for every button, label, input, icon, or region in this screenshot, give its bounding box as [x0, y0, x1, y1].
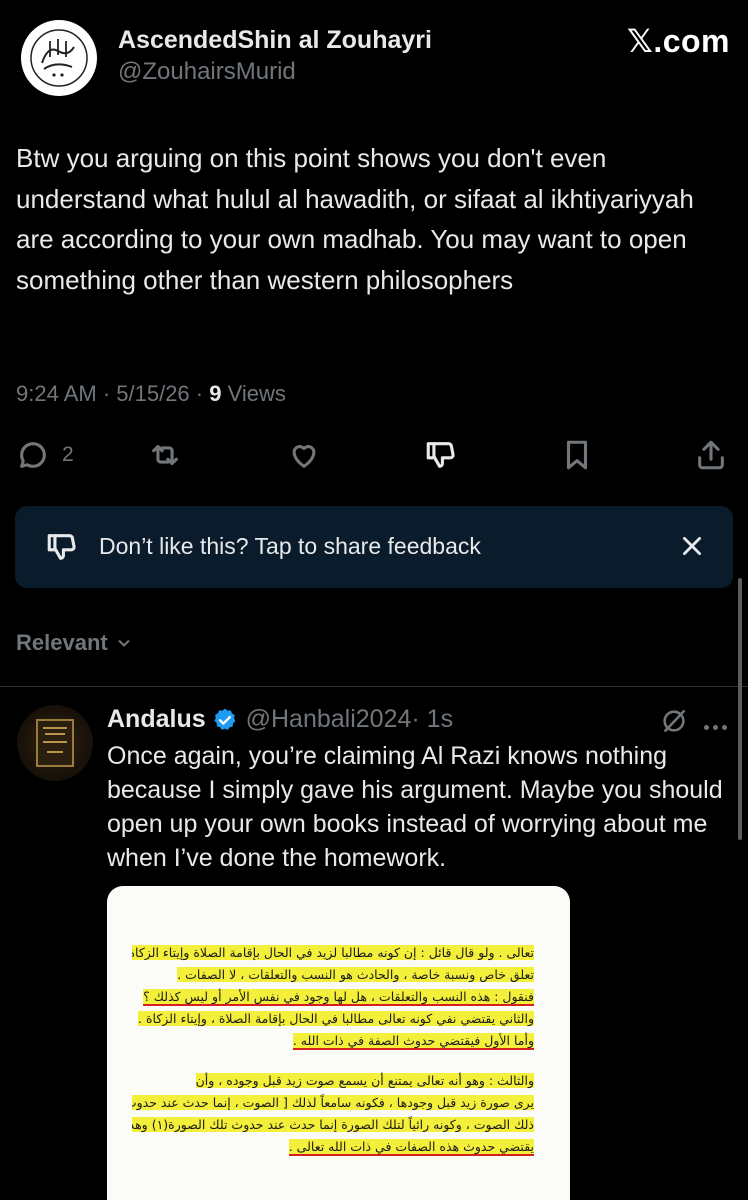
retweet-icon: [152, 444, 178, 466]
sort-replies-dropdown[interactable]: Relevant: [16, 630, 134, 656]
author-handle[interactable]: @ZouhairsMurid: [118, 58, 296, 86]
reply-avatar[interactable]: [17, 705, 93, 781]
x-brand-logo: 𝕏.com: [627, 23, 730, 59]
scan-gap: [132, 1052, 534, 1070]
scan-line: والثاني يقتضي نفي كونه تعالى مطالبا في ا…: [138, 1011, 534, 1026]
tweet-action-bar: 2: [0, 432, 748, 482]
retweet-button[interactable]: [148, 432, 182, 478]
more-options-icon[interactable]: [704, 717, 734, 730]
feedback-banner[interactable]: Don’t like this? Tap to share feedback: [15, 506, 733, 588]
reply-text: Once again, you’re claiming Al Razi know…: [107, 742, 723, 872]
grok-icon[interactable]: [660, 707, 688, 735]
dislike-icon: [45, 530, 79, 564]
views-count: 9: [209, 381, 222, 406]
tweet-header: AscendedShin al Zouhayri @ZouhairsMurid …: [16, 12, 732, 100]
chevron-down-icon: [118, 639, 130, 647]
reply-button[interactable]: 2: [16, 432, 74, 478]
scan-line: وأما الأول فيقتضي حدوث الصفة في ذات الله…: [292, 1033, 534, 1050]
share-button[interactable]: [694, 432, 728, 478]
sort-label: Relevant: [16, 630, 108, 655]
reply-author-name[interactable]: Andalus: [107, 705, 206, 734]
reply-header: Andalus @Hanbali2024 · 1s: [107, 705, 453, 734]
share-icon: [698, 440, 724, 470]
like-button[interactable]: [287, 432, 321, 478]
scan-line: ذلك الصوت ، وكونه رائياً لتلك الصورة إنم…: [132, 1114, 534, 1136]
like-icon: [292, 445, 316, 468]
dislike-icon: [426, 442, 455, 468]
scan-line: تعلق خاص ونسبة خاصة ، والحادث هو النسب و…: [177, 967, 534, 982]
reply-count: 2: [62, 443, 74, 466]
bookmark-icon: [566, 440, 588, 470]
book-cover-icon: [36, 719, 74, 767]
reply-author-handle[interactable]: @Hanbali2024: [246, 705, 412, 734]
tweet-timestamp[interactable]: 9:24 AM · 5/15/26 ·: [16, 381, 209, 406]
calligraphy-logo-icon: [30, 29, 88, 87]
scan-line: فنقول : هذه النسب والتعلقات ، هل لها وجو…: [143, 989, 534, 1006]
close-icon[interactable]: [679, 533, 705, 559]
scanned-arabic-text: تعالى . ولو قال قائل : إن كونه مطالبا لز…: [132, 942, 534, 1158]
reply-icon: [20, 442, 46, 468]
author-name[interactable]: AscendedShin al Zouhayri: [118, 26, 432, 55]
reply-tweet[interactable]: Andalus @Hanbali2024 · 1s Once again, yo…: [0, 687, 748, 1200]
feedback-text[interactable]: Don’t like this? Tap to share feedback: [99, 533, 481, 560]
bookmark-button[interactable]: [560, 432, 594, 478]
verified-badge-icon: [214, 708, 235, 730]
author-avatar[interactable]: [21, 20, 97, 96]
scan-line: والثالث : وهو أنه تعالى يمتنع أن يسمع صو…: [195, 1073, 534, 1088]
reply-timestamp[interactable]: · 1s: [411, 705, 453, 734]
views-label: Views: [221, 381, 286, 406]
tweet-meta: 9:24 AM · 5/15/26 · 9 Views: [16, 381, 286, 407]
reply-attached-image[interactable]: تعالى . ولو قال قائل : إن كونه مطالبا لز…: [107, 886, 570, 1200]
tweet-text: Btw you arguing on this point shows you …: [16, 143, 694, 295]
dislike-button[interactable]: [424, 432, 458, 478]
scan-line: يرى صورة زيد قبل وجودها ، فكونه سامعاً ل…: [132, 1092, 534, 1114]
scan-line: تعالى . ولو قال قائل : إن كونه مطالبا لز…: [132, 942, 534, 964]
scan-line: يقتضي حدوث هذه الصفات في ذات الله تعالى …: [288, 1139, 534, 1156]
